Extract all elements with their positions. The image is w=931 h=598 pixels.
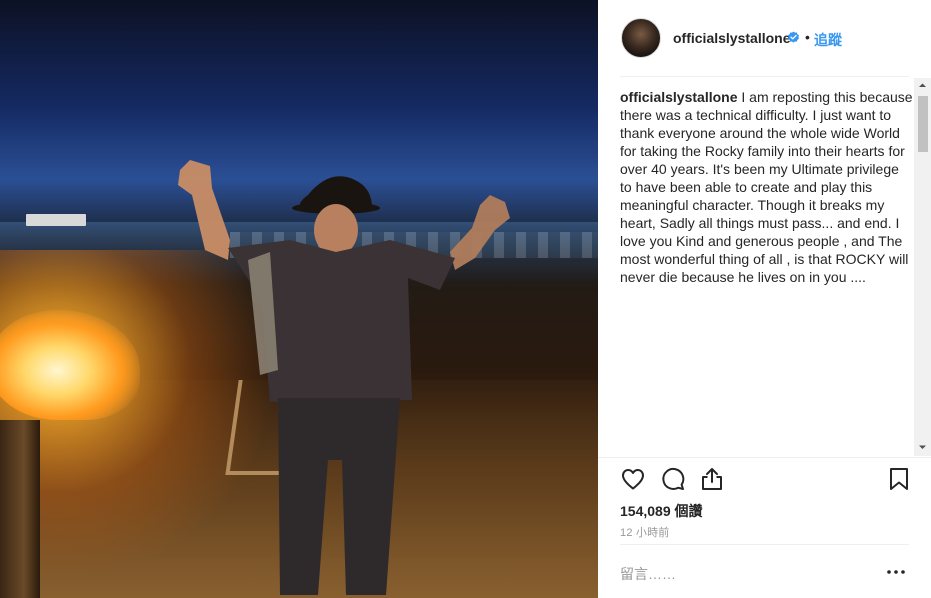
header-divider [620,76,909,77]
media-fire-barrel [0,420,40,598]
share-icon[interactable] [699,466,725,492]
post-header: officialslystallone • 追蹤 [598,0,931,76]
view-count[interactable]: 154,089 個讚 [620,501,703,521]
avatar[interactable] [621,18,661,58]
separator-dot: • [805,29,810,45]
comment-input[interactable]: 留言…… [620,564,676,584]
more-options-icon[interactable] [886,564,906,580]
scroll-up-arrow-icon[interactable] [914,78,931,93]
post-side-panel: officialslystallone • 追蹤 officialslystal… [598,0,931,598]
heart-icon[interactable] [620,466,646,492]
post-media[interactable] [0,0,598,598]
comment-divider [620,544,909,545]
scroll-down-arrow-icon[interactable] [914,440,931,455]
verified-badge-icon [788,31,799,43]
caption-text: I am reposting this because there was a … [620,89,913,285]
follow-button[interactable]: 追蹤 [814,30,842,50]
caption-scroll-area[interactable]: officialslystallone I am reposting this … [620,88,914,454]
action-bar [620,466,912,494]
media-person [178,160,510,595]
actions-divider [598,457,931,458]
post-timestamp[interactable]: 12 小時前 [620,524,670,540]
bookmark-icon[interactable] [886,466,912,492]
media-truck [26,214,86,226]
caption: officialslystallone I am reposting this … [620,88,914,286]
scroll-thumb[interactable] [918,96,928,152]
username-link[interactable]: officialslystallone [673,30,790,46]
caption-scrollbar[interactable] [914,78,931,456]
comment-bubble-icon[interactable] [660,466,686,492]
caption-username-link[interactable]: officialslystallone [620,89,737,105]
